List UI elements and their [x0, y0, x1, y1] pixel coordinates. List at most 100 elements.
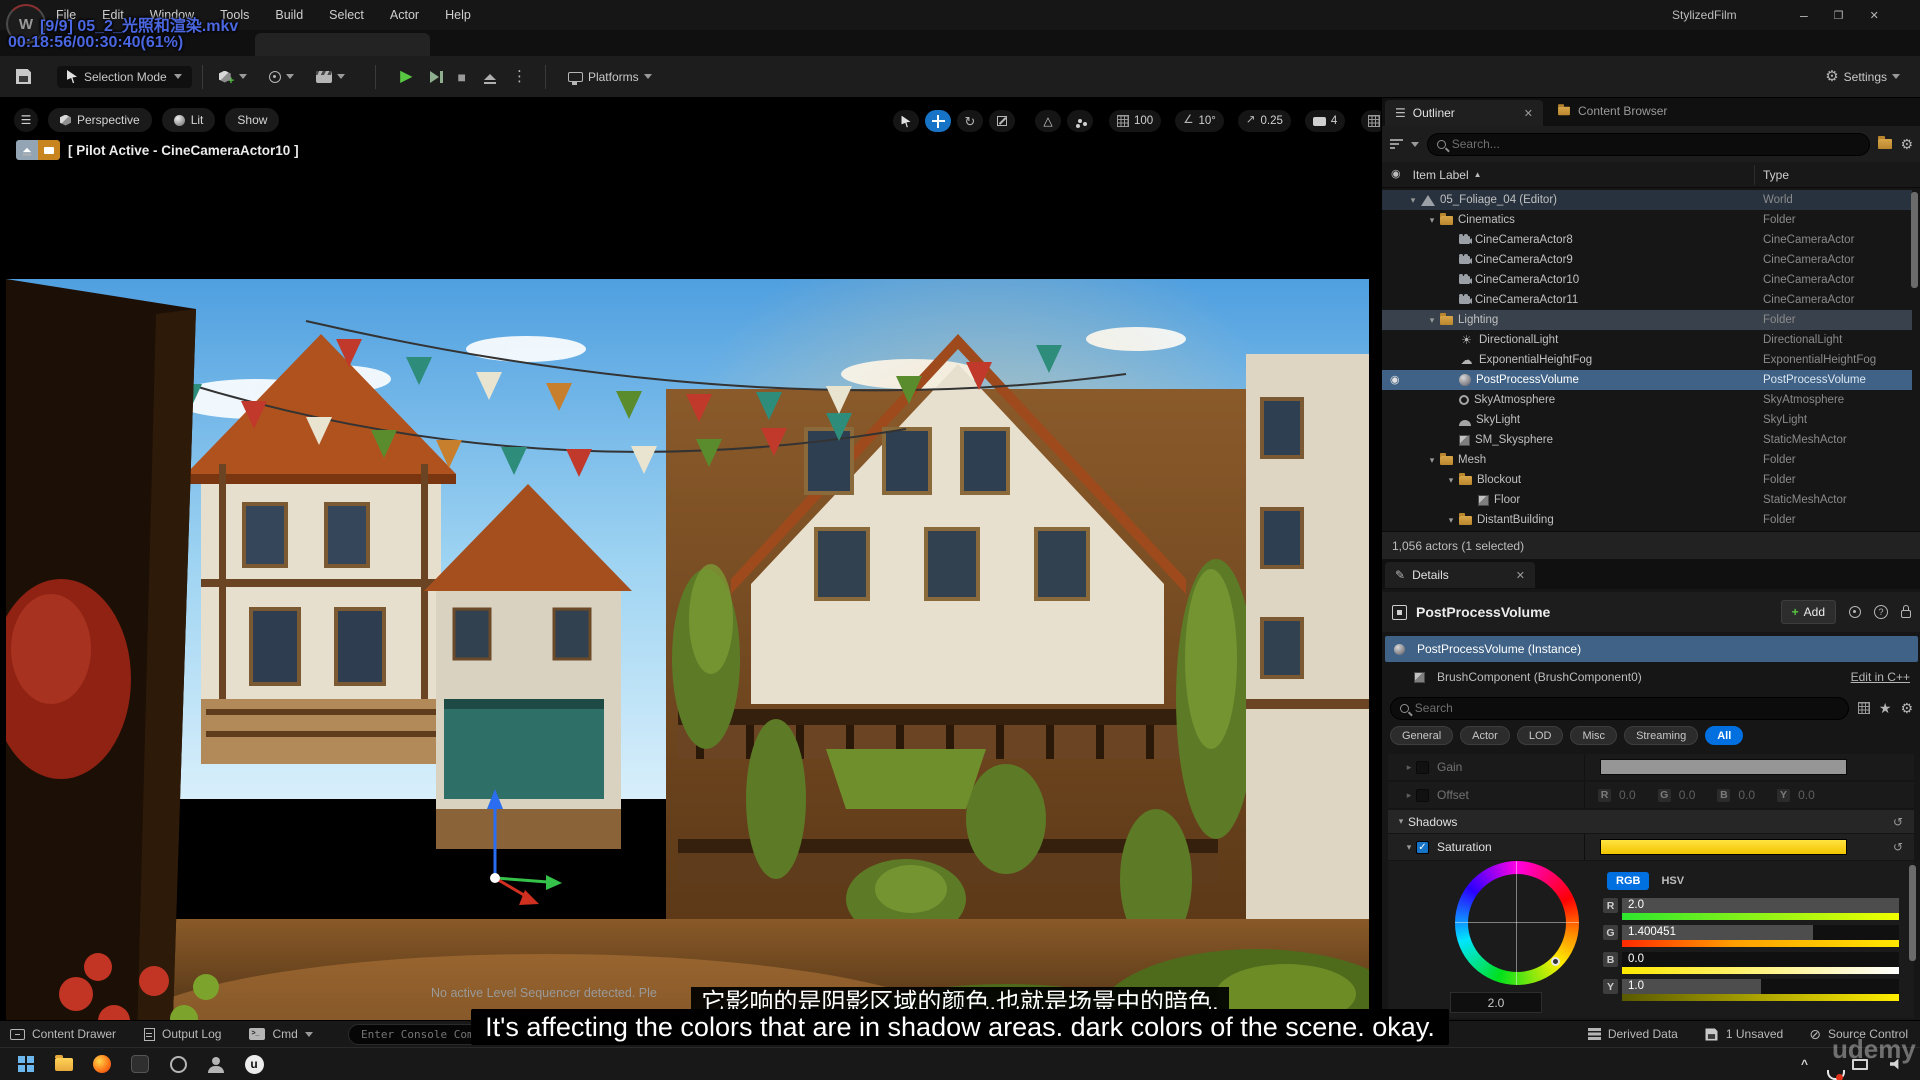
folder-plus-icon[interactable] [1878, 139, 1892, 149]
saturation-checkbox[interactable]: ✓ [1416, 841, 1429, 854]
expander-icon[interactable]: ▾ [1444, 515, 1458, 526]
outliner-scrollbar[interactable] [1911, 192, 1918, 288]
editor-tab[interactable] [255, 33, 430, 56]
rotate-tool-icon[interactable] [957, 110, 983, 132]
play-button[interactable] [400, 69, 412, 85]
saturation-color-bar[interactable] [1600, 839, 1847, 855]
move-tool-icon[interactable] [925, 110, 951, 132]
eject-button[interactable] [484, 74, 496, 80]
pilot-controls[interactable] [16, 140, 60, 160]
blueprint-icon[interactable] [1849, 606, 1861, 618]
viewport-scene[interactable] [6, 279, 1369, 1078]
world-transform-icon[interactable]: △ [1035, 110, 1061, 132]
add-component-button[interactable]: + Add [1781, 600, 1836, 624]
column-item-label[interactable]: Item Label [1413, 168, 1469, 182]
view-mode-dropdown[interactable]: Lit [162, 108, 216, 132]
rgb-mode-tab[interactable]: RGB [1607, 872, 1649, 890]
show-dropdown[interactable]: Show [225, 108, 279, 132]
outliner-search-input[interactable] [1452, 137, 1861, 151]
outliner-row[interactable]: ▾CinematicsFolder [1382, 210, 1912, 230]
eye-icon[interactable] [1390, 375, 1400, 386]
platforms-dropdown[interactable]: Platforms [562, 66, 658, 88]
close-icon[interactable] [1516, 569, 1525, 582]
details-search-input[interactable] [1415, 701, 1839, 715]
property-row-offset[interactable]: Offset R0.0G0.0B0.0Y0.0 [1388, 782, 1914, 809]
outliner-row[interactable]: SM_SkysphereStaticMeshActor [1382, 430, 1912, 450]
expander-icon[interactable]: ▾ [1425, 315, 1439, 326]
scale-tool-icon[interactable] [989, 110, 1015, 132]
menu-build[interactable]: Build [275, 8, 303, 22]
expander-icon[interactable]: ▾ [1406, 195, 1420, 206]
outliner-row[interactable]: CineCameraActor10CineCameraActor [1382, 270, 1912, 290]
selection-mode-dropdown[interactable]: Selection Mode [57, 66, 192, 88]
rotation-snap-control[interactable]: 10° [1175, 110, 1224, 132]
file-explorer-icon[interactable] [52, 1052, 76, 1076]
filter-icon[interactable] [1390, 139, 1403, 149]
edit-in-cpp-link[interactable]: Edit in C++ [1851, 670, 1910, 684]
close-button[interactable] [1870, 9, 1879, 22]
tab-details[interactable]: Details [1385, 562, 1535, 588]
outliner-row[interactable]: SkyAtmosphereSkyAtmosphere [1382, 390, 1912, 410]
details-settings-gear-icon[interactable] [1900, 701, 1913, 715]
property-row-gain[interactable]: Gain [1388, 754, 1914, 781]
menu-help[interactable]: Help [445, 8, 471, 22]
settings-dropdown[interactable]: Settings [1819, 65, 1906, 88]
details-search[interactable] [1390, 697, 1849, 720]
component-row-brush[interactable]: BrushComponent (BrushComponent0) Edit in… [1385, 664, 1918, 690]
category-pill-lod[interactable]: LOD [1517, 726, 1564, 745]
outliner-row[interactable]: SkyLightSkyLight [1382, 410, 1912, 430]
expander-icon[interactable]: ▾ [1425, 215, 1439, 226]
expander-icon[interactable]: ▾ [1425, 455, 1439, 466]
outliner-row[interactable]: ExponentialHeightFogExponentialHeightFog [1382, 350, 1912, 370]
outliner-row[interactable]: ▾05_Foliage_04 (Editor)World [1382, 190, 1912, 210]
minimize-button[interactable]: – [1800, 7, 1808, 23]
outliner-search[interactable] [1427, 133, 1870, 156]
close-icon[interactable] [1524, 107, 1533, 120]
reset-icon[interactable] [1893, 841, 1903, 853]
offset-value-Y[interactable]: 0.0 [1798, 788, 1815, 802]
scale-snap-control[interactable]: 0.25 [1238, 110, 1291, 132]
stop-piloting-icon[interactable] [16, 140, 38, 160]
menu-actor[interactable]: Actor [390, 8, 419, 22]
tab-outliner[interactable]: ☰ Outliner [1385, 100, 1543, 126]
tab-content-browser[interactable]: Content Browser [1557, 104, 1667, 118]
help-icon[interactable] [1874, 605, 1888, 619]
offset-checkbox[interactable] [1416, 789, 1429, 802]
visibility-column-eye-icon[interactable] [1391, 169, 1401, 180]
category-pill-all[interactable]: All [1705, 726, 1743, 745]
category-pill-actor[interactable]: Actor [1460, 726, 1510, 745]
viewport-options-icon[interactable]: ☰ [14, 108, 38, 132]
gain-checkbox[interactable] [1416, 761, 1429, 774]
slider-row-G[interactable]: G1.400451 [1603, 925, 1899, 947]
favorites-star-icon[interactable] [1879, 701, 1892, 715]
column-type[interactable]: Type [1763, 168, 1789, 182]
slider-track-R[interactable]: 2.0 [1622, 898, 1899, 920]
save-icon[interactable] [16, 69, 31, 84]
outliner-settings-gear-icon[interactable] [1900, 137, 1913, 151]
tray-expand-icon[interactable]: ^ [1801, 1057, 1808, 1071]
hsv-mode-tab[interactable]: HSV [1661, 875, 1684, 887]
pilot-camera-icon[interactable] [38, 140, 60, 160]
expander-icon[interactable]: ▾ [1444, 475, 1458, 486]
slider-row-B[interactable]: B0.0 [1603, 952, 1899, 974]
offset-value-R[interactable]: 0.0 [1619, 788, 1636, 802]
slider-track-G[interactable]: 1.400451 [1622, 925, 1899, 947]
media-app-icon[interactable] [166, 1052, 190, 1076]
display-filter-icon[interactable] [1858, 702, 1870, 714]
contacts-icon[interactable] [204, 1052, 228, 1076]
level-viewport[interactable]: ☰ Perspective Lit Show △ 100 [0, 98, 1381, 1020]
frame-skip-icon[interactable] [430, 71, 439, 83]
outliner-row[interactable]: CineCameraActor11CineCameraActor [1382, 290, 1912, 310]
outliner-row[interactable]: FloorStaticMeshActor [1382, 490, 1912, 510]
outliner-row[interactable]: ▾DistantBuildingFolder [1382, 510, 1912, 530]
slider-track-B[interactable]: 0.0 [1622, 952, 1899, 974]
outliner-row[interactable]: DirectionalLightDirectionalLight [1382, 330, 1912, 350]
lock-icon[interactable] [1901, 610, 1911, 618]
details-scrollbar[interactable] [1909, 865, 1916, 961]
reset-icon[interactable] [1893, 816, 1903, 828]
color-wheel-marker[interactable] [1551, 957, 1560, 966]
component-row-instance[interactable]: PostProcessVolume (Instance) [1385, 636, 1918, 662]
stop-button[interactable] [457, 70, 465, 84]
outliner-row[interactable]: ▾BlockoutFolder [1382, 470, 1912, 490]
unreal-engine-taskbar-icon[interactable]: u [242, 1052, 266, 1076]
